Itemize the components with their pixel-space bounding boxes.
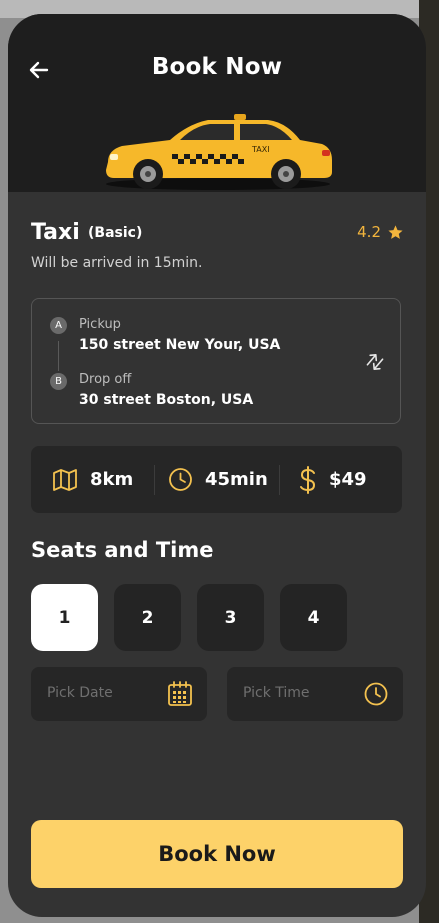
distance-value: 8km [90,469,134,490]
pick-time-field[interactable]: Pick Time [227,667,403,721]
duration-stat: 45min [168,446,268,513]
rating: 4.2 [357,223,404,241]
arrival-text: Will be arrived in 15min. [31,255,203,271]
stat-divider [279,465,280,495]
seat-option-2[interactable]: 2 [114,584,181,651]
clock-icon[interactable] [363,681,389,707]
seat-option-4[interactable]: 4 [280,584,347,651]
pickup-address[interactable]: 150 street New Your, USA [79,337,280,353]
pick-date-placeholder: Pick Date [47,685,113,701]
price-value: $49 [329,469,367,490]
dropoff-badge: B [50,373,67,390]
clock-icon [169,468,192,491]
taxi-car-image: TAXI [106,114,332,190]
swap-icon[interactable] [364,351,386,373]
seat-option-3[interactable]: 3 [197,584,264,651]
rating-value: 4.2 [357,223,381,241]
header: Book Now TAXI [8,14,426,192]
car-sign-text: TAXI [251,145,270,154]
dollar-icon [300,465,316,494]
star-icon [388,224,403,239]
map-icon [53,468,77,491]
pickup-badge: A [50,317,67,334]
dropoff-address[interactable]: 30 street Boston, USA [79,392,253,408]
trip-stats: 8km 45min $49 [31,446,402,513]
seat-option-1[interactable]: 1 [31,584,98,651]
duration-value: 45min [205,469,268,490]
dropoff-label: Drop off [79,372,132,387]
pick-date-field[interactable]: Pick Date [31,667,207,721]
stat-divider [154,465,155,495]
route-connector [58,341,59,371]
price-stat: $49 [299,446,367,513]
pick-time-placeholder: Pick Time [243,685,310,701]
seats-title: Seats and Time [31,538,214,562]
book-now-button[interactable]: Book Now [31,820,403,888]
distance-stat: 8km [52,446,133,513]
page-title: Book Now [151,54,283,80]
vehicle-name: Taxi [31,220,80,245]
vehicle-tier: (Basic) [88,225,143,241]
pickup-label: Pickup [79,317,121,332]
route-card: A Pickup 150 street New Your, USA B Drop… [31,298,401,424]
calendar-icon[interactable] [167,681,193,707]
app-screen: Book Now TAXI Taxi (Basic) 4.2 Will be a… [8,14,426,917]
